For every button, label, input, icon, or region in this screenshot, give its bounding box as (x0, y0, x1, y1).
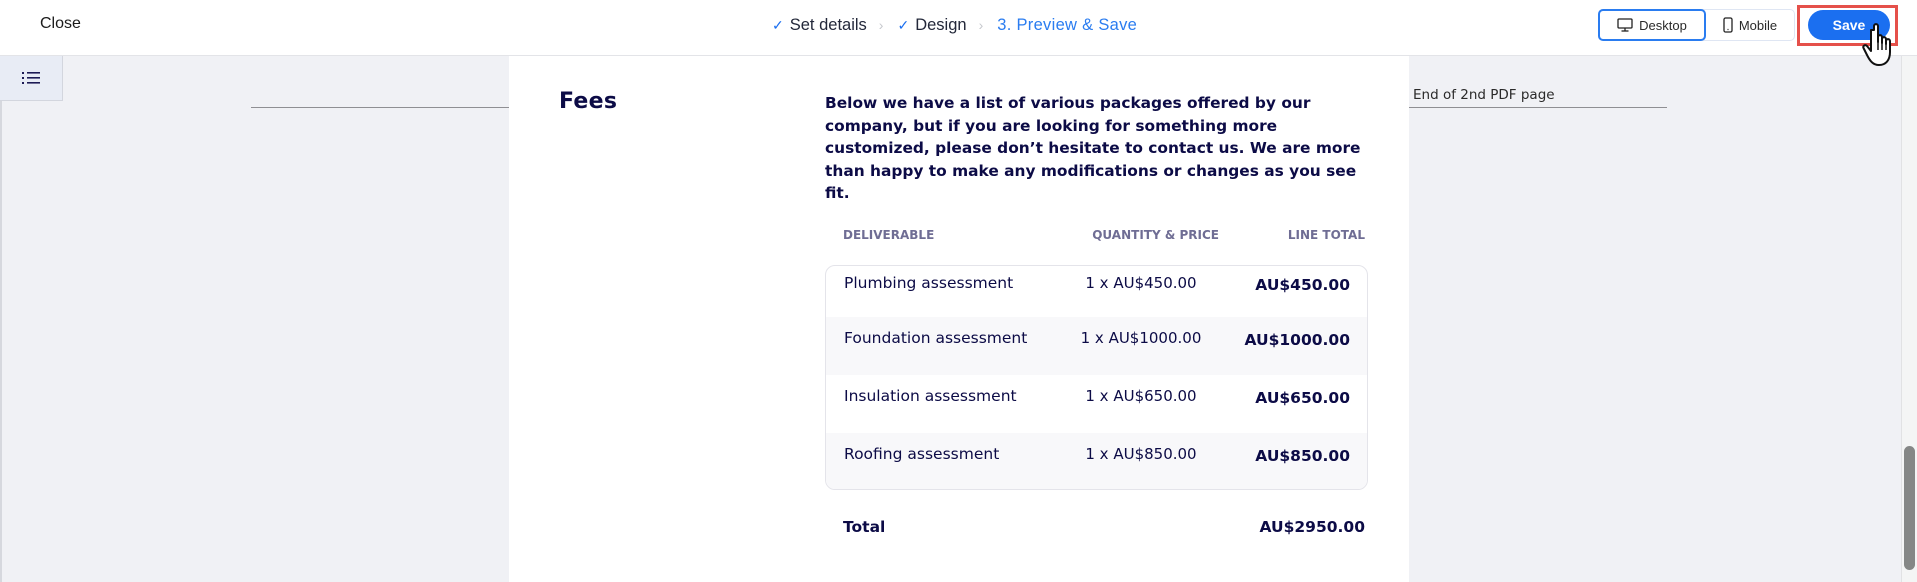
deliverable-cell: Insulation assessment (844, 387, 1017, 405)
table-row: Foundation assessment 1 x AU$1000.00 AU$… (826, 317, 1367, 375)
fees-table-body: Plumbing assessment 1 x AU$450.00 AU$450… (825, 265, 1368, 490)
deliverable-cell: Plumbing assessment (844, 274, 1014, 292)
outline-toggle-button[interactable] (0, 56, 63, 101)
quantity-price-cell: 1 x AU$650.00 (1085, 387, 1197, 405)
line-total-cell: AU$850.00 (1255, 447, 1350, 465)
quantity-price-cell: 1 x AU$1000.00 (1080, 329, 1202, 347)
header-quantity-price: QUANTITY & PRICE (1092, 228, 1219, 242)
table-row: Plumbing assessment 1 x AU$450.00 AU$450… (826, 266, 1367, 317)
step-label: 3. Preview & Save (997, 16, 1138, 34)
desktop-label: Desktop (1639, 17, 1687, 33)
header-line-total: LINE TOTAL (1287, 228, 1365, 242)
line-total-cell: AU$1000.00 (1244, 331, 1351, 349)
line-total-cell: AU$450.00 (1255, 276, 1350, 294)
check-icon: ✓ (772, 17, 784, 33)
fees-table-header: DELIVERABLE QUANTITY & PRICE LINE TOTAL (825, 228, 1365, 248)
close-button[interactable]: Close (40, 14, 81, 34)
section-title: Fees (559, 89, 618, 114)
left-edge-divider (0, 101, 2, 582)
step-preview-save[interactable]: 3. Preview & Save (997, 14, 1137, 36)
table-row: Roofing assessment 1 x AU$850.00 AU$850.… (826, 433, 1367, 489)
step-label: Set details (789, 16, 867, 34)
top-bar: Close ✓ Set details › ✓ Design › 3. Prev… (0, 0, 1917, 66)
view-toggle: Desktop Mobile (1598, 9, 1795, 41)
quantity-price-cell: 1 x AU$450.00 (1085, 274, 1197, 292)
step-design[interactable]: ✓ Design › (897, 14, 997, 36)
wizard-steps: ✓ Set details › ✓ Design › 3. Preview & … (772, 14, 1137, 36)
line-total-cell: AU$650.00 (1255, 389, 1350, 407)
list-icon (22, 72, 40, 84)
chevron-right-icon: › (878, 17, 884, 33)
mobile-label: Mobile (1738, 17, 1778, 33)
scrollbar-thumb[interactable] (1904, 446, 1915, 570)
desktop-view-button[interactable]: Desktop (1598, 9, 1706, 41)
page-break-line (251, 107, 509, 108)
mobile-view-button[interactable]: Mobile (1706, 10, 1794, 40)
table-row: Insulation assessment 1 x AU$650.00 AU$6… (826, 375, 1367, 433)
step-label: Design (915, 16, 967, 34)
deliverable-cell: Foundation assessment (844, 329, 1028, 347)
total-label: Total (843, 518, 886, 536)
total-amount: AU$2950.00 (1259, 518, 1366, 536)
step-set-details[interactable]: ✓ Set details › (772, 14, 897, 36)
save-button[interactable]: Save (1808, 10, 1890, 40)
page-break-label: End of 2nd PDF page (1413, 87, 1555, 103)
page-break-line (1409, 107, 1667, 108)
check-icon: ✓ (897, 17, 910, 33)
mobile-icon (1723, 17, 1733, 33)
quantity-price-cell: 1 x AU$850.00 (1085, 445, 1197, 463)
desktop-icon (1617, 18, 1633, 32)
pdf-page-preview: Fees Below we have a list of various pac… (509, 56, 1409, 582)
deliverable-cell: Roofing assessment (844, 445, 1000, 463)
chevron-right-icon: › (978, 17, 984, 33)
section-intro: Below we have a list of various packages… (825, 94, 1361, 203)
